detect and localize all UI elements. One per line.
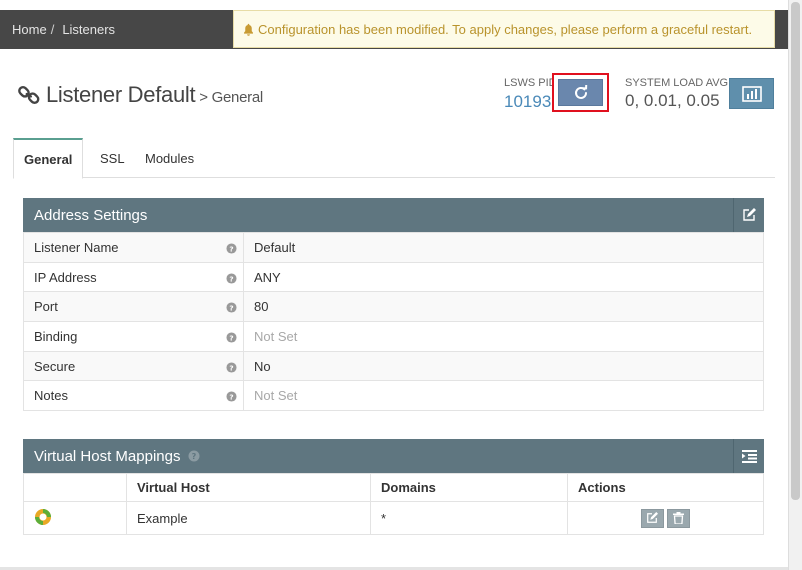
tab-bar: General SSL Modules bbox=[13, 138, 775, 179]
row-value: Not Set bbox=[243, 321, 764, 352]
row-label: Listener Name bbox=[23, 232, 221, 263]
indent-icon bbox=[741, 449, 757, 463]
bar-chart-icon bbox=[741, 85, 762, 102]
tab-modules[interactable]: Modules bbox=[135, 138, 204, 178]
restart-notice: Configuration has been modified. To appl… bbox=[233, 10, 775, 48]
link-icon bbox=[18, 85, 40, 105]
svg-text:?: ? bbox=[230, 363, 234, 372]
table-row: Port ? 80 bbox=[23, 291, 764, 323]
actions-cell bbox=[567, 501, 764, 535]
help-icon[interactable]: ? bbox=[226, 332, 237, 343]
breadcrumb-separator: / bbox=[50, 22, 55, 37]
row-label: Binding bbox=[23, 321, 221, 352]
vhost-name[interactable]: Example bbox=[126, 501, 371, 535]
svg-text:?: ? bbox=[230, 244, 234, 253]
load-label: SYSTEM LOAD AVG bbox=[625, 77, 729, 89]
scrollbar-thumb[interactable] bbox=[791, 2, 800, 500]
svg-text:?: ? bbox=[230, 274, 234, 283]
row-value: 80 bbox=[243, 291, 764, 323]
vhost-domains: * bbox=[370, 501, 568, 535]
address-settings-header: Address Settings bbox=[23, 198, 764, 232]
help-icon[interactable]: ? bbox=[226, 243, 237, 254]
listener-subtitle: > General bbox=[199, 89, 263, 106]
refresh-icon bbox=[574, 84, 587, 99]
pid-label: LSWS PID bbox=[504, 77, 557, 89]
edit-address-button[interactable] bbox=[733, 198, 764, 232]
svg-text:?: ? bbox=[230, 333, 234, 342]
delete-mapping-button[interactable] bbox=[667, 508, 691, 528]
vhost-mappings-title: Virtual Host Mappings bbox=[34, 447, 181, 465]
trash-icon bbox=[673, 512, 685, 524]
row-value: No bbox=[243, 350, 764, 382]
vhost-status-cell bbox=[23, 501, 127, 535]
row-value: Default bbox=[243, 232, 764, 263]
table-row: Example * bbox=[23, 501, 764, 535]
edit-icon bbox=[647, 512, 659, 523]
help-icon[interactable]: ? bbox=[226, 273, 237, 284]
vhost-mappings-header: Virtual Host Mappings ? bbox=[23, 439, 764, 473]
table-row: Secure ? No bbox=[23, 350, 764, 382]
column-header: Virtual Host bbox=[126, 473, 371, 502]
tab-general[interactable]: General bbox=[13, 138, 84, 179]
row-value: ANY bbox=[243, 261, 764, 293]
address-settings-table: Listener Name ? Default IP Address ? ANY… bbox=[23, 232, 764, 412]
row-label: IP Address bbox=[23, 261, 221, 293]
row-value: Not Set bbox=[243, 380, 764, 412]
help-icon[interactable]: ? bbox=[226, 391, 237, 402]
row-label: Secure bbox=[23, 350, 221, 382]
column-header: Actions bbox=[567, 473, 764, 502]
page-title: Listener Default > General bbox=[18, 82, 263, 108]
edit-mapping-button[interactable] bbox=[640, 508, 664, 528]
edit-icon bbox=[743, 208, 756, 221]
tab-ssl[interactable]: SSL bbox=[90, 138, 135, 178]
restart-highlight bbox=[552, 73, 609, 112]
svg-text:?: ? bbox=[192, 452, 197, 461]
vertical-scrollbar[interactable] bbox=[788, 0, 802, 570]
bell-icon bbox=[244, 23, 253, 36]
table-row: IP Address ? ANY bbox=[23, 261, 764, 293]
notice-text: Configuration has been modified. To appl… bbox=[258, 21, 753, 37]
column-header bbox=[23, 473, 127, 502]
table-row: Listener Name ? Default bbox=[23, 232, 764, 263]
address-settings-title: Address Settings bbox=[34, 206, 148, 224]
table-row: Notes ? Not Set bbox=[23, 380, 764, 412]
listener-title: Listener Default bbox=[46, 82, 196, 107]
column-header: Domains bbox=[370, 473, 568, 502]
add-vhost-mapping-button[interactable] bbox=[733, 439, 764, 473]
pid-value: 10193 bbox=[504, 92, 552, 111]
breadcrumb: Home / Listeners bbox=[12, 10, 115, 49]
row-label: Port bbox=[23, 291, 221, 323]
breadcrumb-listeners[interactable]: Listeners bbox=[62, 22, 115, 37]
help-icon[interactable]: ? bbox=[188, 450, 200, 462]
svg-text:?: ? bbox=[230, 304, 234, 313]
help-icon[interactable]: ? bbox=[226, 362, 237, 373]
svg-text:?: ? bbox=[230, 393, 234, 402]
breadcrumb-home[interactable]: Home bbox=[12, 22, 47, 37]
table-row: Binding ? Not Set bbox=[23, 321, 764, 352]
page: Home / Listeners Configuration has been … bbox=[0, 0, 802, 570]
real-time-stats-button[interactable] bbox=[729, 78, 774, 109]
graceful-restart-button[interactable] bbox=[558, 79, 603, 106]
table-header-row: Virtual Host Domains Actions bbox=[23, 473, 764, 502]
vhost-status-icon bbox=[35, 508, 51, 525]
vhost-mappings-table: Virtual Host Domains Actions Example * bbox=[23, 473, 764, 535]
load-value: 0, 0.01, 0.05 bbox=[625, 91, 720, 110]
row-label: Notes bbox=[23, 380, 221, 412]
help-icon[interactable]: ? bbox=[226, 302, 237, 313]
